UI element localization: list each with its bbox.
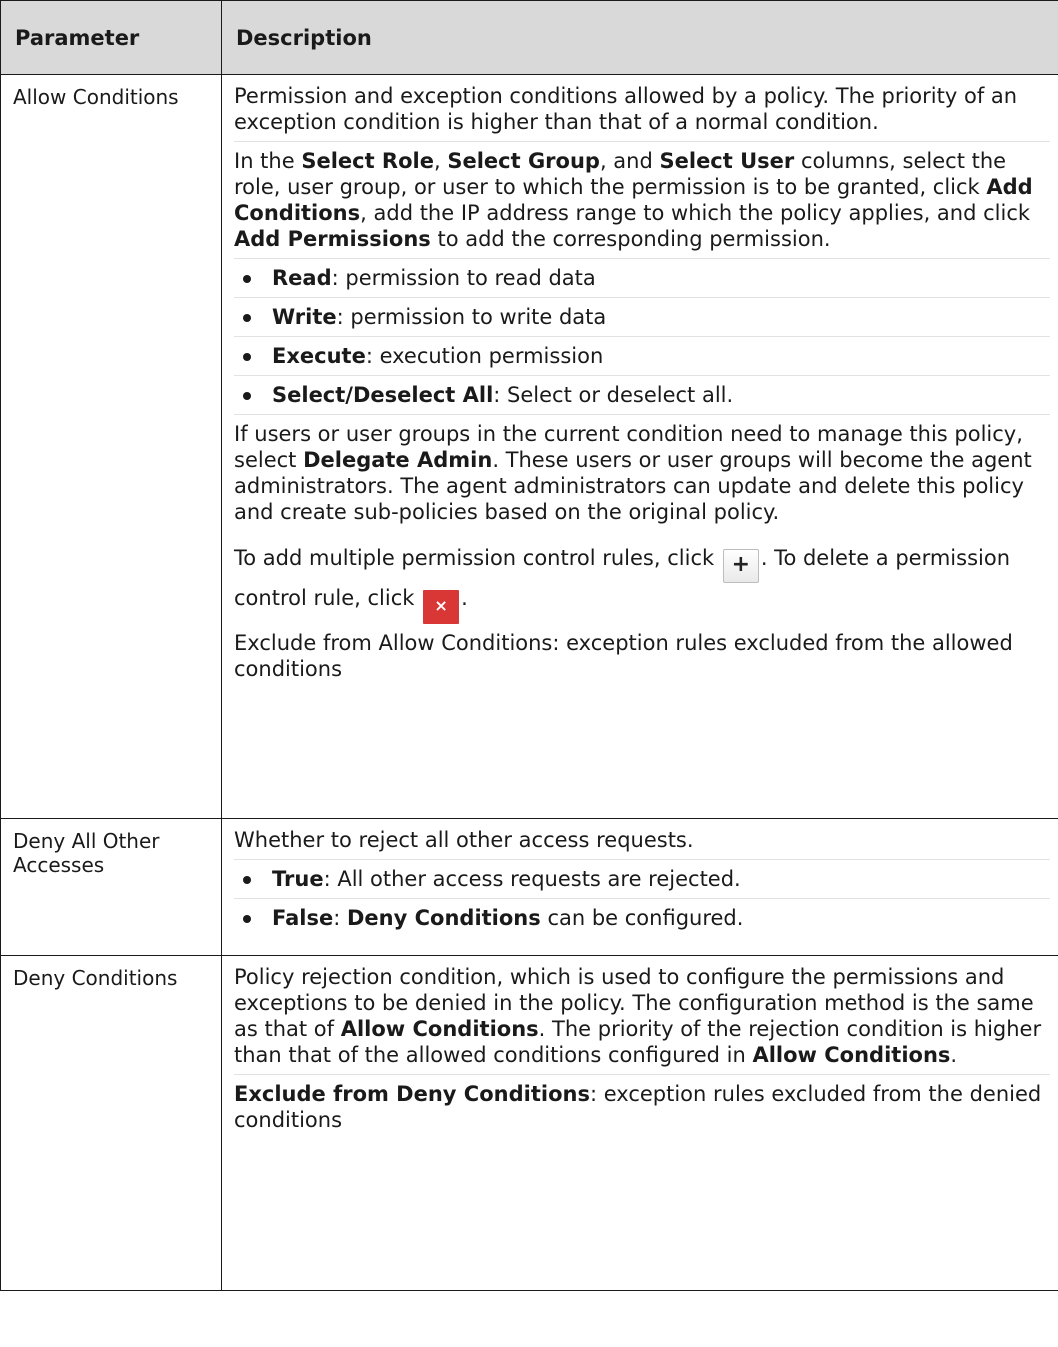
- allow-intro-text: Permission and exception conditions allo…: [234, 84, 1018, 134]
- deny-all-intro-text: Whether to reject all other access reque…: [234, 828, 694, 852]
- allow-instructions-text: In the Select Role, Select Group, and Se…: [234, 141, 1050, 252]
- add-permissions-label: Add Permissions: [234, 227, 431, 251]
- delegate-admin-text: If users or user groups in the current c…: [234, 414, 1050, 525]
- desc-deny-conditions: Policy rejection condition, which is use…: [221, 955, 1058, 1291]
- deny-conditions-text: Policy rejection condition, which is use…: [234, 965, 1042, 1067]
- param-deny-conditions: Deny Conditions: [0, 955, 222, 1291]
- table-row: Allow Conditions Permission and exceptio…: [0, 74, 1058, 819]
- desc-deny-all-other-accesses: Whether to reject all other access reque…: [221, 818, 1058, 956]
- select-role-label: Select Role: [301, 149, 434, 173]
- list-item: Read: permission to read data: [234, 258, 1050, 297]
- table-row: Deny All Other Accesses Whether to rejec…: [0, 818, 1058, 956]
- permission-list: Read: permission to read data Write: per…: [234, 258, 1050, 414]
- deny-all-options-list: True: All other access requests are reje…: [234, 859, 1050, 937]
- header-parameter: Parameter: [0, 0, 222, 75]
- header-description: Description: [221, 0, 1058, 75]
- list-item: False: Deny Conditions can be configured…: [234, 898, 1050, 937]
- add-delete-rules-text: To add multiple permission control rules…: [234, 531, 1050, 624]
- add-icon[interactable]: +: [722, 549, 759, 583]
- select-group-label: Select Group: [447, 149, 600, 173]
- param-deny-all-other-accesses: Deny All Other Accesses: [0, 818, 222, 956]
- list-item: Select/Deselect All: Select or deselect …: [234, 375, 1050, 414]
- table-header-row: Parameter Description: [0, 0, 1058, 75]
- list-item: Execute: execution permission: [234, 336, 1050, 375]
- list-item: Write: permission to write data: [234, 297, 1050, 336]
- parameter-table: Parameter Description Allow Conditions P…: [0, 0, 1058, 1291]
- select-user-label: Select User: [659, 149, 795, 173]
- list-item: True: All other access requests are reje…: [234, 859, 1050, 898]
- table-row: Deny Conditions Policy rejection conditi…: [0, 955, 1058, 1291]
- desc-allow-conditions: Permission and exception conditions allo…: [221, 74, 1058, 819]
- exclude-allow-text: Exclude from Allow Conditions: exception…: [234, 631, 1013, 681]
- delete-icon[interactable]: ×: [423, 590, 460, 624]
- delegate-admin-label: Delegate Admin: [303, 448, 493, 472]
- exclude-deny-text: Exclude from Deny Conditions: exception …: [234, 1074, 1050, 1133]
- param-allow-conditions: Allow Conditions: [0, 74, 222, 819]
